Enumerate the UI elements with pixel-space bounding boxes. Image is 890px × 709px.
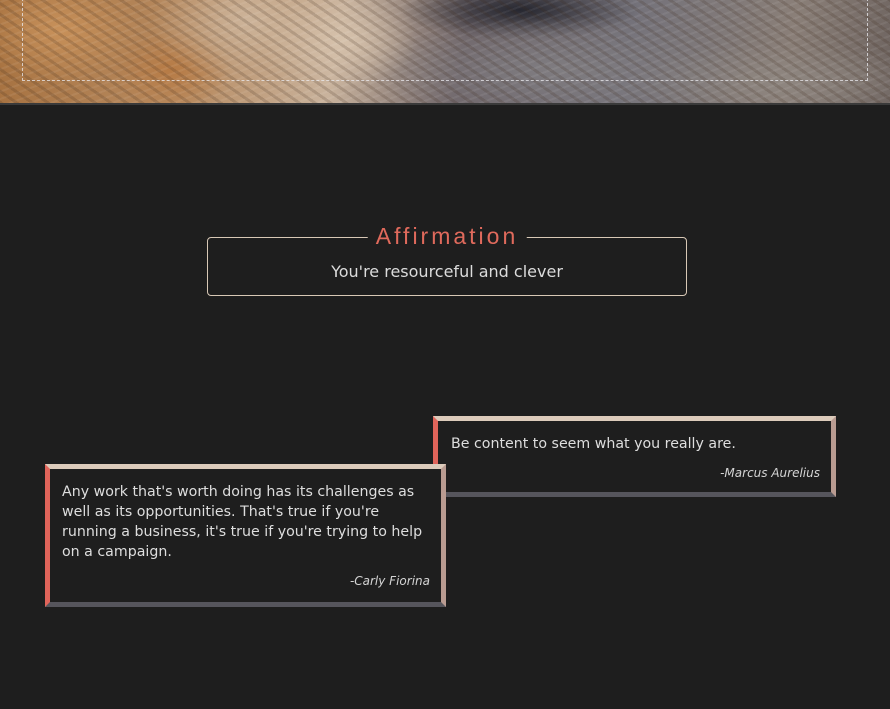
hero-frame [22,0,868,81]
page: Affirmation You're resourceful and cleve… [0,0,890,709]
quote-author: -Marcus Aurelius [720,466,820,480]
quote-text: Be content to seem what you really are. [451,436,736,452]
affirmation-title: Affirmation [367,222,527,250]
quote-text: Any work that's worth doing has its chal… [62,484,423,560]
quote-author: -Carly Fiorina [349,574,430,588]
quote-card-marcus-aurelius: Be content to seem what you really are. … [433,416,836,497]
hero-divider [0,103,890,105]
hero-image [0,0,890,104]
quote-card-carly-fiorina: Any work that's worth doing has its chal… [45,464,446,607]
affirmation-box: Affirmation You're resourceful and cleve… [207,222,687,296]
affirmation-text: You're resourceful and clever [331,262,563,281]
